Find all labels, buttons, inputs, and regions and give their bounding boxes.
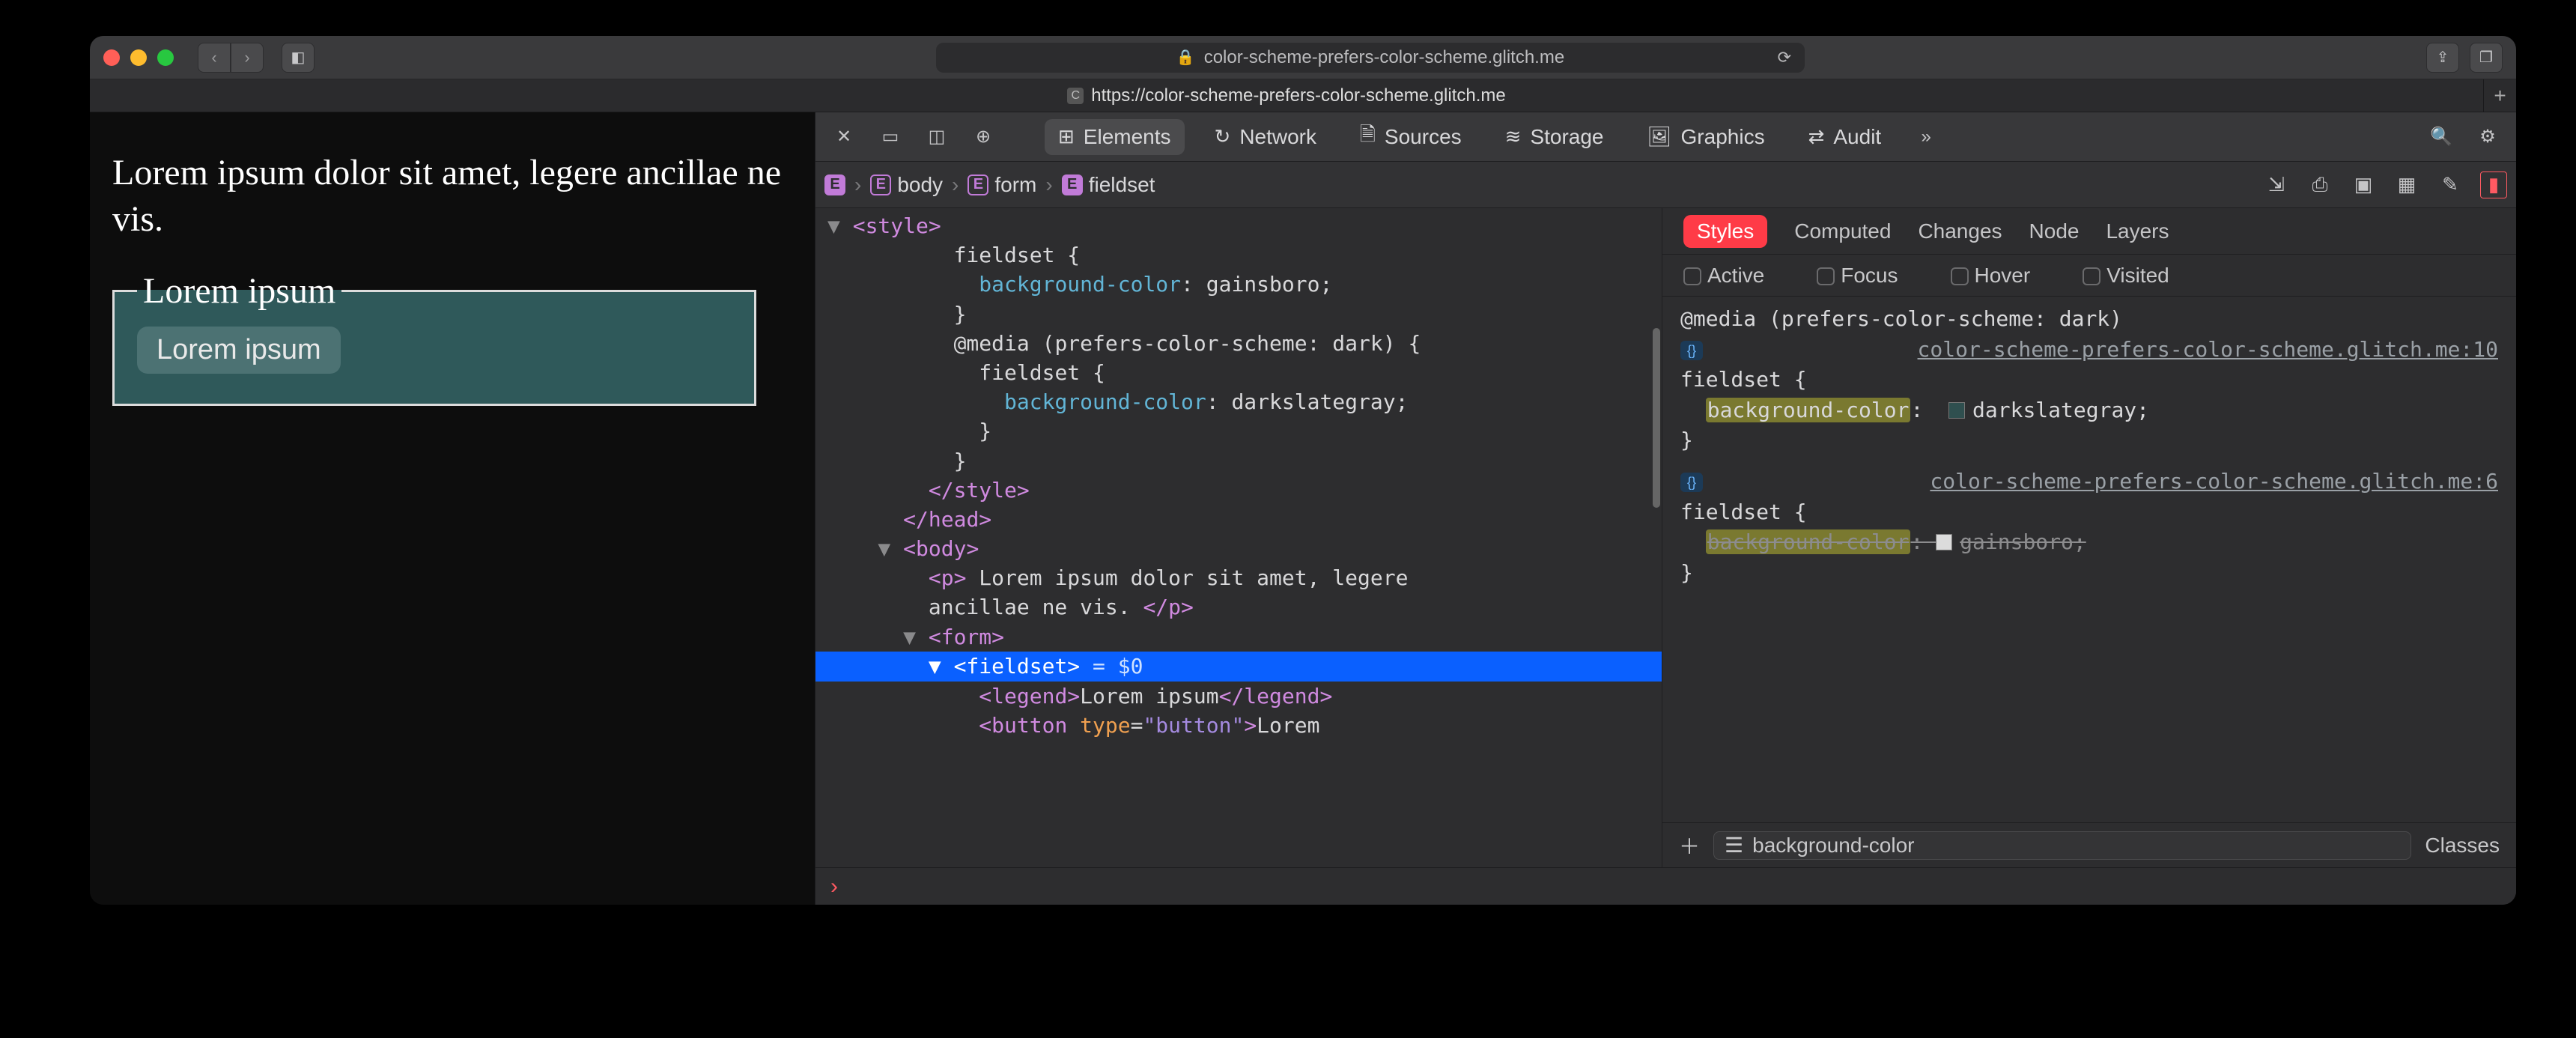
styles-tab-node[interactable]: Node: [2029, 219, 2080, 243]
share-button[interactable]: ⇪: [2426, 43, 2459, 73]
page-fieldset: Lorem ipsum Lorem ipsum: [112, 270, 756, 406]
style-rules[interactable]: @media (prefers-color-scheme: dark) {} c…: [1662, 297, 2516, 822]
devtools-toolbar: ✕ ▭ ◫ ⊕ ⊞ Elements ↻ Network 🗎 Sources: [815, 112, 2516, 162]
audit-icon: ⇄: [1808, 125, 1825, 148]
url-text: color-scheme-prefers-color-scheme.glitch…: [1204, 47, 1564, 68]
tab-network[interactable]: ↻ Network: [1201, 119, 1331, 155]
breadcrumb-body[interactable]: Ebody: [870, 173, 943, 197]
pseudo-hover[interactable]: Hover: [1951, 264, 2031, 288]
styles-pane: Styles Computed Changes Node Layers Acti…: [1662, 208, 2516, 867]
titlebar: ‹ › ◧ 🔒 color-scheme-prefers-color-schem…: [90, 36, 2516, 79]
tab-title: https://color-scheme-prefers-color-schem…: [1091, 85, 1506, 106]
grid-tool-icon[interactable]: ▦: [2393, 172, 2420, 198]
pseudo-active[interactable]: Active: [1683, 264, 1764, 288]
styles-tab-changes[interactable]: Changes: [1918, 219, 2002, 243]
print-tool-icon[interactable]: ⎙: [2306, 172, 2333, 198]
dock-bottom-icon[interactable]: ▭: [875, 122, 905, 152]
address-bar[interactable]: 🔒 color-scheme-prefers-color-scheme.glit…: [936, 43, 1805, 73]
sidebar-toggle-button[interactable]: ◧: [282, 43, 315, 73]
tab-audit[interactable]: ⇄ Audit: [1795, 119, 1895, 155]
inspect-target-icon[interactable]: ⊕: [968, 122, 998, 152]
search-icon[interactable]: 🔍: [2426, 122, 2456, 152]
tab-elements[interactable]: ⊞ Elements: [1045, 119, 1185, 155]
page-paragraph: Lorem ipsum dolor sit amet, legere ancil…: [112, 150, 800, 243]
window-controls: [103, 49, 174, 66]
settings-icon[interactable]: ⚙: [2473, 122, 2503, 152]
pseudo-focus[interactable]: Focus: [1817, 264, 1898, 288]
filter-input[interactable]: ☰ background-color: [1713, 831, 2411, 860]
page-content: Lorem ipsum dolor sit amet, legere ancil…: [90, 112, 815, 905]
pseudo-toggles: Active Focus Hover Visited: [1662, 255, 2516, 297]
tab-storage[interactable]: ≋ Storage: [1492, 119, 1617, 155]
stylesheet-icon[interactable]: {}: [1680, 341, 1703, 360]
lock-icon: 🔒: [1176, 48, 1195, 67]
tab-graphics[interactable]: 🖼 Graphics: [1634, 119, 1778, 155]
color-swatch[interactable]: [1948, 402, 1965, 419]
dom-tree[interactable]: ▼ <style> fieldset { background-color: g…: [815, 208, 1662, 867]
styles-tab-styles[interactable]: Styles: [1683, 215, 1767, 248]
network-icon: ↻: [1215, 125, 1231, 148]
close-window-button[interactable]: [103, 49, 120, 66]
pseudo-visited[interactable]: Visited: [2083, 264, 2169, 288]
reload-button[interactable]: ⟳: [1778, 48, 1791, 67]
color-swatch[interactable]: [1936, 534, 1952, 550]
console-prompt[interactable]: ›: [815, 867, 2516, 905]
favicon: C: [1067, 88, 1084, 104]
maximize-window-button[interactable]: [157, 49, 174, 66]
forward-button[interactable]: ›: [231, 43, 264, 73]
add-rule-button[interactable]: ＋: [1679, 831, 1700, 861]
dom-selected-node[interactable]: ▼ <fieldset> = $0: [815, 652, 1662, 682]
devtools-body: ▼ <style> fieldset { background-color: g…: [815, 208, 2516, 867]
styles-tab-computed[interactable]: Computed: [1794, 219, 1891, 243]
rule-source-link[interactable]: color-scheme-prefers-color-scheme.glitch…: [1918, 335, 2498, 365]
classes-button[interactable]: Classes: [2425, 834, 2500, 858]
graphics-icon: 🖼: [1647, 125, 1672, 148]
browser-window: ‹ › ◧ 🔒 color-scheme-prefers-color-schem…: [90, 36, 2516, 905]
tab-sources[interactable]: 🗎 Sources: [1346, 115, 1475, 160]
elements-icon: ⊞: [1058, 125, 1075, 148]
back-button[interactable]: ‹: [198, 43, 231, 73]
layout-tool-icon[interactable]: ⇲: [2263, 172, 2290, 198]
storage-icon: ≋: [1505, 125, 1522, 148]
breadcrumb-fieldset[interactable]: Efieldset: [1062, 173, 1155, 197]
filter-icon: ☰: [1725, 833, 1743, 858]
dom-scrollbar[interactable]: [1651, 208, 1662, 867]
rule-media: @media (prefers-color-scheme: dark): [1680, 304, 2498, 335]
main-area: Lorem ipsum dolor sit amet, legere ancil…: [90, 112, 2516, 905]
new-tab-button[interactable]: +: [2483, 79, 2516, 112]
console-chevron-icon: ›: [830, 874, 838, 899]
screenshot-tool-icon[interactable]: ▣: [2350, 172, 2377, 198]
browser-tab[interactable]: C https://color-scheme-prefers-color-sch…: [90, 79, 2483, 112]
tab-bar: C https://color-scheme-prefers-color-sch…: [90, 79, 2516, 112]
breadcrumb-root[interactable]: E: [824, 174, 845, 195]
overflow-tabs-button[interactable]: »: [1911, 122, 1941, 152]
rule-source-link[interactable]: color-scheme-prefers-color-scheme.glitch…: [1930, 467, 2498, 497]
tabs-overview-button[interactable]: ❐: [2470, 43, 2503, 73]
nav-buttons: ‹ ›: [198, 43, 264, 73]
styles-tab-layers[interactable]: Layers: [2106, 219, 2169, 243]
devtools: ✕ ▭ ◫ ⊕ ⊞ Elements ↻ Network 🗎 Sources: [815, 112, 2516, 905]
breadcrumb: E › Ebody › Eform › Efieldset ⇲ ⎙ ▣: [815, 162, 2516, 208]
stylesheet-icon[interactable]: {}: [1680, 473, 1703, 492]
page-legend: Lorem ipsum: [137, 270, 341, 312]
page-button[interactable]: Lorem ipsum: [137, 327, 341, 374]
paint-tool-icon[interactable]: ✎: [2437, 172, 2464, 198]
close-devtools-button[interactable]: ✕: [829, 122, 859, 152]
breadcrumb-form[interactable]: Eform: [967, 173, 1036, 197]
minimize-window-button[interactable]: [130, 49, 147, 66]
styles-footer: ＋ ☰ background-color Classes: [1662, 822, 2516, 867]
sources-icon: 🗎: [1360, 121, 1376, 154]
dock-side-icon[interactable]: ◫: [922, 122, 952, 152]
styles-tabs: Styles Computed Changes Node Layers: [1662, 208, 2516, 255]
box-model-tool-icon[interactable]: ▮: [2480, 172, 2507, 198]
